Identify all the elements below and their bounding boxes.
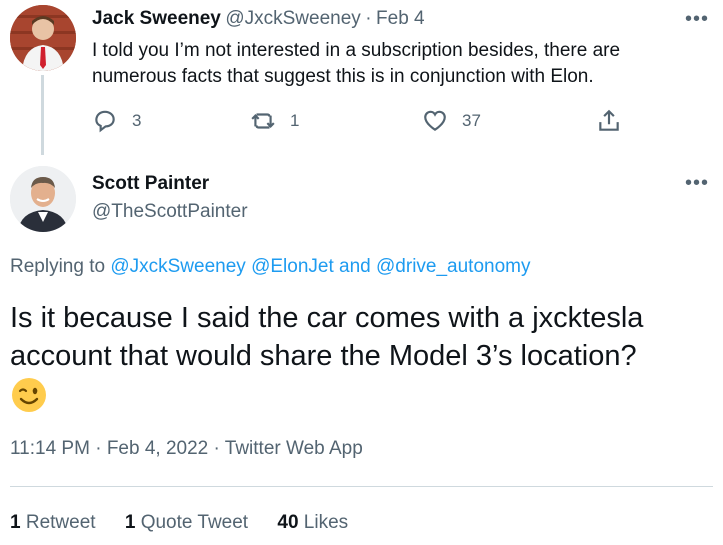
parent-tweet-header: Jack Sweeney @JxckSweeney · Feb 4 — [92, 8, 425, 30]
winking-face-emoji-icon — [10, 376, 48, 414]
replying-to-line: Replying to @JxckSweeney @ElonJet and @d… — [10, 256, 531, 278]
main-author-handle[interactable]: @TheScottPainter — [92, 201, 248, 223]
meta-separator: · — [95, 438, 102, 459]
likes-stat[interactable]: 40 Likes — [277, 512, 348, 533]
quotes-stat[interactable]: 1 Quote Tweet — [125, 512, 248, 533]
mention-link[interactable]: @ElonJet — [251, 256, 334, 277]
reply-icon — [95, 110, 115, 133]
like-button[interactable]: 37 — [422, 108, 481, 134]
parent-author-handle[interactable]: @JxckSweeney — [225, 8, 360, 29]
avatar-scott-painter[interactable] — [10, 166, 76, 232]
reply-button[interactable]: 3 — [92, 108, 141, 134]
tweet-meta: 11:14 PM · Feb 4, 2022 · Twitter Web App — [10, 438, 363, 460]
parent-tweet-date[interactable]: Feb 4 — [376, 8, 425, 29]
thread-connector-line — [41, 75, 44, 155]
meta-separator: · — [213, 438, 220, 459]
header-separator: · — [365, 8, 372, 29]
quotes-stat-label: Quote Tweet — [140, 512, 249, 533]
mention-link[interactable]: @drive_autonomy — [376, 256, 530, 277]
tweet-source[interactable]: Twitter Web App — [225, 438, 363, 459]
avatar-jack-sweeney[interactable] — [10, 5, 76, 71]
heart-icon — [424, 110, 446, 131]
replying-label: Replying to — [10, 256, 106, 277]
main-author-name[interactable]: Scott Painter — [92, 173, 209, 195]
tweet-date[interactable]: Feb 4, 2022 — [107, 438, 208, 459]
mention-link[interactable]: @JxckSweeney — [110, 256, 245, 277]
retweet-button[interactable]: 1 — [250, 108, 299, 134]
likes-stat-count: 40 — [277, 512, 299, 533]
likes-stat-label: Likes — [303, 512, 349, 533]
parent-more-options-icon[interactable]: ••• — [685, 8, 709, 31]
replying-and[interactable]: and — [339, 256, 371, 277]
retweet-icon — [251, 113, 275, 129]
retweets-stat-label: Retweet — [25, 512, 96, 533]
retweets-stat-count: 1 — [10, 512, 21, 533]
tweet-time[interactable]: 11:14 PM — [10, 438, 90, 459]
retweet-count: 1 — [290, 111, 300, 130]
tweet-stats: 1 Retweet 1 Quote Tweet 40 Likes — [10, 512, 372, 534]
parent-tweet-actions: 3 1 37 — [92, 108, 632, 136]
reply-count: 3 — [132, 111, 142, 130]
main-tweet-text: Is it because I said the car comes with … — [10, 302, 644, 372]
retweets-stat[interactable]: 1 Retweet — [10, 512, 96, 533]
main-more-options-icon[interactable]: ••• — [685, 172, 709, 195]
share-button[interactable] — [596, 108, 622, 134]
stats-divider — [10, 486, 713, 487]
parent-tweet-text: I told you I’m not interested in a subsc… — [92, 40, 621, 87]
parent-author-name[interactable]: Jack Sweeney — [92, 8, 221, 29]
like-count: 37 — [462, 111, 481, 130]
share-icon — [599, 109, 619, 131]
quotes-stat-count: 1 — [124, 512, 136, 533]
